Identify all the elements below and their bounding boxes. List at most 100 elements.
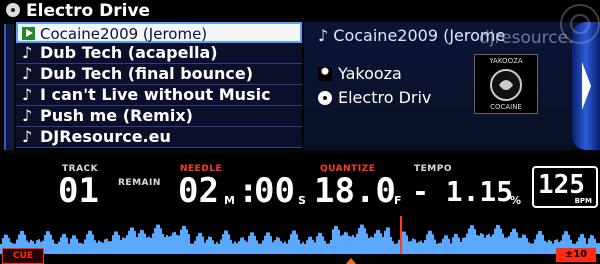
- waveform-bar: [446, 235, 448, 254]
- waveform-bar: [506, 237, 508, 254]
- minutes-unit: M: [224, 194, 235, 207]
- music-note-icon: ♪: [22, 106, 33, 125]
- waveform-bar: [172, 232, 174, 254]
- waveform-bar: [486, 234, 488, 254]
- waveform-bar: [412, 238, 414, 254]
- playhead-line: [400, 216, 402, 254]
- waveform-bar: [552, 243, 554, 254]
- waveform-bar: [334, 225, 336, 254]
- album-artwork: YAKOOZA COCAINE: [474, 54, 538, 114]
- waveform-bar: [324, 240, 326, 254]
- track-row[interactable]: ♪ Dub Tech (final bounce): [16, 64, 302, 85]
- list-scrollbar[interactable]: [4, 24, 14, 150]
- track-row[interactable]: ♪ Push me (Remix): [16, 106, 302, 127]
- waveform-bar: [342, 234, 344, 254]
- waveform-bar: [92, 234, 94, 254]
- waveform-bar: [384, 230, 386, 254]
- waveform-bar: [396, 243, 398, 254]
- waveform-bar: [450, 243, 452, 254]
- waveform-bar: [344, 231, 346, 254]
- waveform-bar: [304, 243, 306, 254]
- waveform-bar: [158, 224, 160, 254]
- waveform-bar: [54, 243, 56, 254]
- waveform-bar: [316, 236, 318, 254]
- waveform-bar: [76, 238, 78, 254]
- waveform-bar: [142, 230, 144, 254]
- waveform-bar: [318, 232, 320, 254]
- waveform-bar: [494, 228, 496, 254]
- waveform-bar: [288, 239, 290, 254]
- waveform-bar: [468, 228, 470, 254]
- waveform-bar: [256, 240, 258, 254]
- track-title: DJResource.eu: [40, 127, 171, 146]
- waveform-bar: [66, 237, 68, 254]
- waveform-bar: [320, 232, 322, 254]
- waveform-bar: [422, 242, 424, 254]
- waveform-bar: [478, 235, 480, 254]
- waveform-bar: [322, 236, 324, 254]
- waveform-bar: [114, 231, 116, 254]
- waveform-bar: [596, 242, 598, 254]
- waveform-bar: [168, 236, 170, 254]
- waveform-bar: [498, 224, 500, 254]
- waveform-bar: [474, 229, 476, 254]
- waveform-bar: [78, 242, 80, 254]
- bpm-display: 125 BPM: [532, 166, 598, 208]
- track-row-selected[interactable]: Cocaine2009 (Jerome): [16, 22, 302, 43]
- waveform-bar: [366, 233, 368, 254]
- waveform-bar: [208, 236, 210, 254]
- waveform-bar: [98, 240, 100, 254]
- waveform-bar: [50, 234, 52, 254]
- waveform-bar: [490, 236, 492, 254]
- waveform-bar: [156, 224, 158, 254]
- waveform-bar: [132, 227, 134, 254]
- waveform-bar: [530, 243, 532, 254]
- waveform-bar: [484, 237, 486, 254]
- waveform-bar: [300, 243, 302, 254]
- artist-line: Yakooza: [318, 64, 402, 83]
- waveform-bar: [88, 230, 90, 254]
- waveform-bar: [276, 237, 278, 254]
- waveform-bar: [96, 242, 98, 254]
- waveform-bar: [522, 234, 524, 254]
- waveform-bar: [188, 234, 190, 254]
- waveform-bar: [278, 237, 280, 254]
- waveform-bar: [46, 231, 48, 254]
- waveform-bar: [470, 225, 472, 254]
- waveform-bar: [196, 236, 198, 254]
- waveform-display[interactable]: [0, 216, 600, 254]
- waveform-bar: [108, 241, 110, 254]
- waveform-bar: [202, 236, 204, 254]
- waveform-bar: [58, 241, 60, 254]
- waveform-bar: [68, 243, 70, 254]
- waveform-bar: [178, 235, 180, 254]
- waveform-bar: [110, 241, 112, 254]
- waveform-bar: [326, 243, 328, 254]
- track-row[interactable]: ♪ DJResource.eu: [16, 127, 302, 148]
- waveform-bar: [214, 243, 216, 254]
- waveform-bar: [544, 240, 546, 254]
- waveform-bar: [312, 239, 314, 254]
- waveform-bar: [454, 233, 456, 254]
- track-list: Cocaine2009 (Jerome) ♪ Dub Tech (acapell…: [16, 22, 302, 150]
- frames-unit: F: [394, 194, 402, 207]
- track-row[interactable]: ♪ I can't Live without Music: [16, 85, 302, 106]
- waveform-bar: [262, 240, 264, 254]
- waveform-bar: [376, 230, 378, 254]
- waveform-bar: [250, 232, 252, 254]
- tempo-unit: %: [510, 194, 522, 207]
- waveform-bar: [380, 233, 382, 254]
- waveform-bar: [368, 237, 370, 254]
- frames-display: 18.0: [314, 171, 396, 211]
- waveform-bar: [148, 236, 150, 254]
- track-number: 01: [58, 171, 99, 211]
- track-row[interactable]: ♪ Dub Tech (acapella): [16, 43, 302, 64]
- waveform-bar: [434, 239, 436, 254]
- status-area: TRACK 01 REMAIN NEEDLE 02 M : 00 S QUANT…: [0, 154, 600, 264]
- album-line: Electro Driv: [318, 88, 431, 107]
- waveform-bar: [280, 241, 282, 254]
- waveform-bar: [336, 225, 338, 254]
- waveform-bar: [406, 235, 408, 254]
- waveform-bar: [536, 234, 538, 254]
- waveform-bar: [410, 241, 412, 254]
